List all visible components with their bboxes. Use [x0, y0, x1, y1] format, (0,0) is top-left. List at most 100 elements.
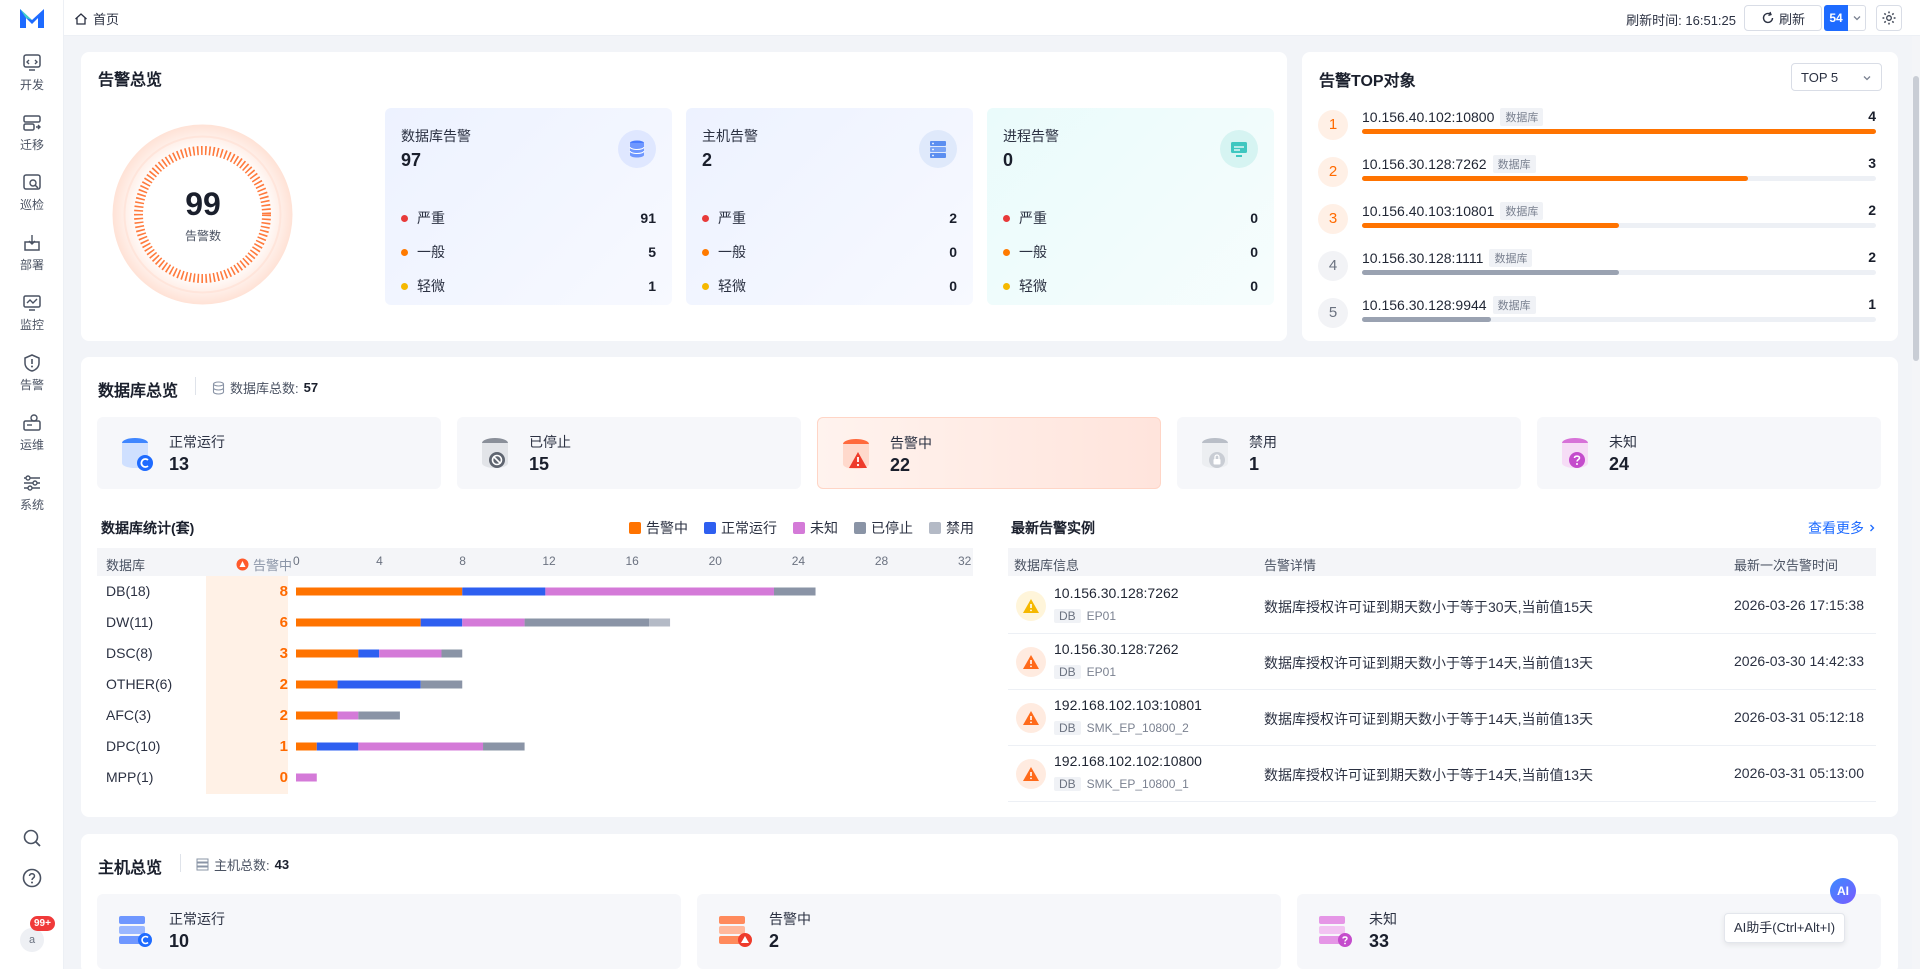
alarm-overview-title: 告警总览 — [98, 72, 163, 89]
top-object-row[interactable]: 2 10.156.30.128:7262 数据库 3 — [1318, 154, 1876, 194]
top-object-row[interactable]: 4 10.156.30.128:1111 数据库 2 — [1318, 248, 1876, 288]
legend-item[interactable]: 已停止 — [854, 518, 913, 538]
severity-label: 严重 — [718, 210, 746, 226]
bar-segment[interactable] — [337, 711, 359, 720]
top-n-select[interactable]: TOP 5 — [1791, 63, 1882, 91]
bar-segment[interactable] — [545, 587, 774, 596]
col-alert-header[interactable]: 告警中 — [236, 555, 292, 574]
bar-segment[interactable] — [379, 649, 442, 658]
bar-segment[interactable] — [358, 649, 380, 658]
legend-item[interactable]: 未知 — [793, 518, 838, 538]
object-type-tag: 数据库 — [1489, 249, 1533, 267]
nav-item-alert[interactable]: 告警 — [0, 349, 64, 401]
top-object-row[interactable]: 3 10.156.40.103:10801 数据库 2 — [1318, 201, 1876, 241]
bar-segment[interactable] — [296, 711, 338, 720]
process-alert-card[interactable]: 进程告警 0 严重 0 一般 0 轻微 0 — [987, 108, 1274, 305]
alert-instance-row[interactable]: 10.156.30.128:7262 DB EP01 数据库授权许可证到期天数小于… — [1008, 578, 1876, 634]
bar-segment[interactable] — [337, 680, 421, 689]
app-logo[interactable] — [18, 6, 46, 30]
bar-segment[interactable] — [358, 711, 400, 720]
db-stats-title: 数据库统计(套) — [101, 520, 195, 536]
host-status-running[interactable]: 正常运行 10 — [97, 894, 681, 969]
db-status-disabled[interactable]: 禁用 1 — [1177, 417, 1521, 489]
count-bar — [1362, 223, 1619, 228]
view-more-link[interactable]: 查看更多 — [1808, 518, 1877, 538]
nav-label: 部署 — [19, 258, 44, 272]
bar-segment[interactable] — [358, 742, 484, 751]
bar-segment[interactable] — [420, 680, 463, 689]
legend-label: 禁用 — [946, 520, 974, 536]
bar-segment[interactable] — [649, 618, 671, 627]
top-object-row[interactable]: 5 10.156.30.128:9944 数据库 1 — [1318, 295, 1876, 335]
bar-segment[interactable] — [296, 680, 338, 689]
db-stopped-icon — [482, 438, 508, 468]
legend-item[interactable]: 禁用 — [929, 518, 974, 538]
alarm-total: 99 — [185, 186, 221, 222]
object-name: 10.156.40.103:10801 — [1362, 203, 1495, 219]
nav-item-dev[interactable]: 开发 — [0, 49, 64, 101]
db-alert-card[interactable]: 数据库告警 97 严重 91 一般 5 轻微 1 — [385, 108, 672, 305]
scrollbar-thumb[interactable] — [1913, 76, 1919, 361]
refresh-label: 刷新 — [1778, 11, 1805, 27]
col-last-time: 最新一次告警时间 — [1734, 558, 1839, 573]
bar-segment[interactable] — [316, 742, 359, 751]
bar-segment[interactable] — [441, 649, 463, 658]
nav-item-inspect[interactable]: 巡检 — [0, 169, 64, 221]
avatar[interactable]: a — [20, 928, 44, 952]
bar-segment[interactable] — [462, 618, 525, 627]
alert-instance-row[interactable]: 192.168.102.103:10801 DB SMK_EP_10800_2 数… — [1008, 690, 1876, 746]
bar-segment[interactable] — [296, 649, 359, 658]
page-scrollbar[interactable] — [1912, 36, 1920, 969]
db-status-running[interactable]: 正常运行 13 — [97, 417, 441, 489]
db-status-unknown[interactable]: 未知 24 — [1537, 417, 1881, 489]
status-value: 22 — [890, 455, 911, 475]
bar-segment[interactable] — [462, 587, 546, 596]
bar-segment[interactable] — [296, 773, 317, 782]
legend-item[interactable]: 正常运行 — [704, 518, 777, 538]
alert-instance-row[interactable]: 192.168.102.102:10800 DB SMK_EP_10800_1 数… — [1008, 746, 1876, 802]
top-object-row[interactable]: 1 10.156.40.102:10800 数据库 4 — [1318, 107, 1876, 147]
settings-button[interactable] — [1876, 5, 1902, 31]
search-button[interactable] — [20, 826, 44, 850]
legend-item[interactable]: 告警中 — [629, 518, 688, 538]
refresh-interval[interactable]: 54 — [1824, 5, 1848, 31]
db-status-alerting[interactable]: 告警中 22 — [817, 417, 1161, 489]
bar-segment[interactable] — [296, 587, 463, 596]
nav-item-system[interactable]: 系统 — [0, 469, 64, 521]
alert-instance-row[interactable]: 10.156.30.128:7262 DB EP01 数据库授权许可证到期天数小于… — [1008, 634, 1876, 690]
instance-ep: EP01 — [1086, 609, 1117, 623]
x-tick-label: 24 — [792, 554, 806, 568]
count-bar — [1362, 270, 1619, 275]
help-button[interactable] — [20, 866, 44, 890]
process-icon — [1220, 130, 1258, 168]
host-status-alerting[interactable]: 告警中 2 — [697, 894, 1281, 969]
ai-assistant-button[interactable]: AI — [1830, 878, 1856, 904]
nav-item-monitor[interactable]: 监控 — [0, 289, 64, 341]
bar-segment[interactable] — [773, 587, 816, 596]
host-alert-card[interactable]: 主机告警 2 严重 2 一般 0 轻微 0 — [686, 108, 973, 305]
dev-icon — [23, 54, 41, 71]
db-status-stopped[interactable]: 已停止 15 — [457, 417, 801, 489]
db-total-label: 数据库总数: — [230, 381, 299, 396]
bar-segment[interactable] — [524, 618, 650, 627]
bar-segment[interactable] — [296, 742, 317, 751]
warning-icon — [1016, 759, 1046, 789]
alert-time: 2026-03-31 05:12:18 — [1734, 709, 1864, 725]
database-stack-icon — [212, 380, 225, 395]
bar-segment[interactable] — [483, 742, 525, 751]
nav-label: 迁移 — [19, 138, 44, 152]
nav-item-ops[interactable]: 运维 — [0, 409, 64, 461]
status-label: 未知 — [1609, 434, 1637, 450]
bar-segment[interactable] — [420, 618, 463, 627]
nav-item-migrate[interactable]: 迁移 — [0, 109, 64, 161]
rank-badge: 1 — [1318, 110, 1348, 140]
alert-count-label: 8 — [279, 582, 288, 600]
category-label: DB(18) — [106, 582, 151, 599]
interval-dropdown[interactable] — [1848, 5, 1866, 31]
nav-item-deploy[interactable]: 部署 — [0, 229, 64, 281]
bar-segment[interactable] — [296, 618, 421, 627]
breadcrumb[interactable]: 首页 — [74, 9, 119, 28]
top-bar: 首页 刷新时间: 16:51:25 刷新 54 — [64, 0, 1920, 36]
severity-row-minor: 轻微 0 — [702, 276, 957, 296]
refresh-button[interactable]: 刷新 — [1744, 5, 1822, 31]
